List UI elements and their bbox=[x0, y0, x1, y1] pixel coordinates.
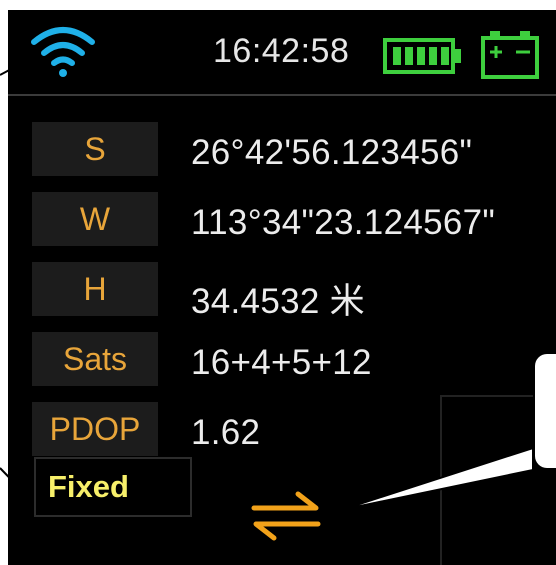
device-screen: 16:42:58 S 26°42'56.123456" W 113°34"23.… bbox=[8, 10, 556, 565]
wifi-icon bbox=[31, 27, 95, 77]
pdop-value: 1.62 bbox=[191, 413, 261, 452]
status-bar: 16:42:58 bbox=[8, 10, 556, 96]
height-value: 34.4532 米 bbox=[191, 282, 365, 321]
longitude-value: 113°34"23.124567" bbox=[191, 203, 496, 242]
fix-status-badge: Fixed bbox=[34, 457, 192, 517]
battery-icon bbox=[383, 38, 461, 74]
satellites-value: 16+4+5+12 bbox=[191, 343, 372, 382]
height-label: H bbox=[32, 262, 158, 316]
satellites-label: Sats bbox=[32, 332, 158, 386]
pdop-label: PDOP bbox=[32, 402, 158, 456]
clock-time: 16:42:58 bbox=[213, 32, 350, 70]
swap-arrows-icon[interactable] bbox=[250, 488, 322, 544]
latitude-label: S bbox=[32, 122, 158, 176]
annotation-callout-bubble bbox=[533, 352, 556, 470]
external-battery-icon bbox=[481, 31, 539, 79]
latitude-value: 26°42'56.123456" bbox=[191, 133, 473, 172]
longitude-label: W bbox=[32, 192, 158, 246]
